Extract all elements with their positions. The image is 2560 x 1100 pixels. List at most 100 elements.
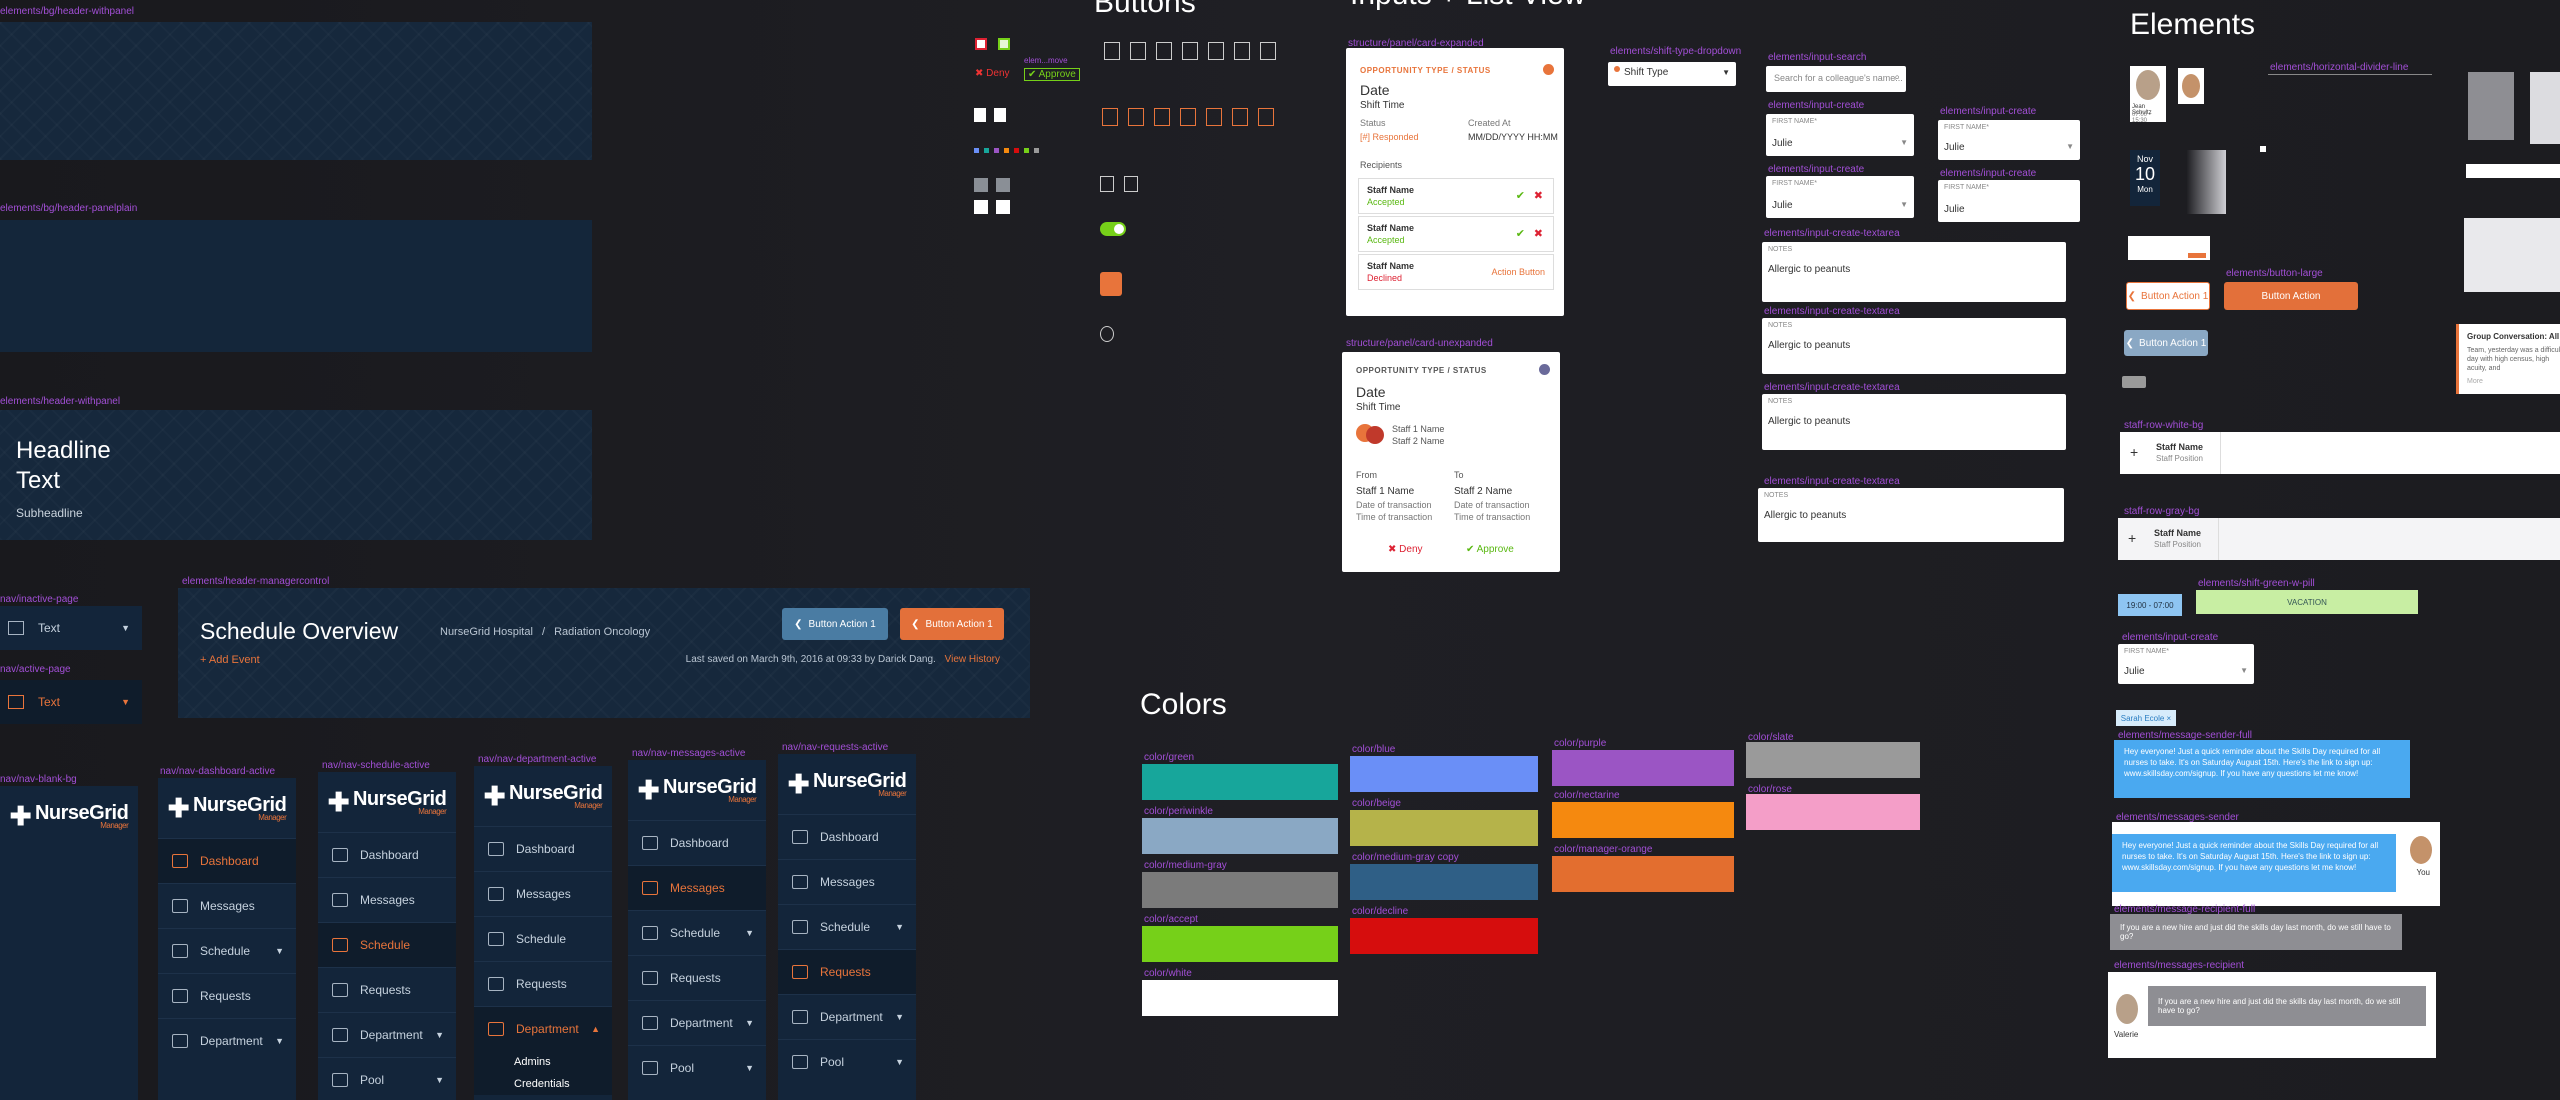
search-input[interactable]: Search for a colleague's name... ⌕	[1766, 66, 1906, 92]
watch-icon[interactable]	[1206, 108, 1222, 126]
nav-item-schedule[interactable]: Schedule ▼	[628, 910, 766, 955]
first-name-input[interactable]: FIRST NAME* Julie ▼	[1766, 114, 1914, 156]
nav-item-requests[interactable]: Requests	[318, 967, 456, 1012]
document-icon[interactable]	[1100, 176, 1114, 192]
nav-item-requests[interactable]: Requests	[628, 955, 766, 1000]
nav-item-department[interactable]: Department ▼	[318, 1012, 456, 1057]
nav-item-schedule[interactable]: Schedule ▼	[158, 928, 296, 973]
clock-icon[interactable]	[1100, 326, 1114, 342]
chevron-left-icon[interactable]	[974, 200, 988, 214]
deny-small-button[interactable]: ✖ Deny	[975, 68, 1010, 79]
button-action-1[interactable]: ❮ Button Action 1	[782, 608, 888, 640]
close-icon[interactable]	[1543, 64, 1554, 75]
nav-item-requests[interactable]: Requests	[474, 961, 612, 1006]
first-name-input[interactable]: FIRST NAME* Julie ▼	[1766, 176, 1914, 218]
people-icon[interactable]	[1260, 42, 1276, 60]
nav-item-dashboard[interactable]: Dashboard	[474, 826, 612, 871]
calendar-icon[interactable]	[1156, 42, 1172, 60]
checkbox-deny-icon[interactable]	[975, 38, 987, 50]
nav-subitem-admins[interactable]: Admins	[474, 1051, 612, 1073]
nav-item-department[interactable]: Department ▼	[778, 994, 916, 1039]
clipboard-icon[interactable]	[1130, 42, 1146, 60]
staff-row-gray[interactable]: + Staff Name Staff Position	[2118, 518, 2560, 560]
approve-small-button[interactable]: ✔ Approve	[1024, 68, 1080, 81]
trash-icon[interactable]	[1100, 272, 1122, 296]
nav-item-messages[interactable]: Messages	[628, 865, 766, 910]
watch-icon[interactable]	[1208, 42, 1224, 60]
first-name-input[interactable]: FIRST NAME* Julie	[1938, 180, 2080, 222]
notes-textarea[interactable]: NOTES Allergic to peanuts	[1762, 318, 2066, 374]
arrow-icon[interactable]	[994, 108, 1006, 122]
nav-item-department[interactable]: Department ▲	[474, 1006, 612, 1051]
toggle-switch[interactable]	[1100, 222, 1126, 236]
nav-item-messages[interactable]: Messages	[778, 859, 916, 904]
group-more-link[interactable]: More	[2467, 378, 2483, 385]
nav-item-messages[interactable]: Messages	[474, 871, 612, 916]
dashboard-icon[interactable]	[1102, 108, 1118, 126]
name-pill[interactable]: Sarah Ecole ×	[2116, 710, 2176, 726]
nav-item-department[interactable]: Department ▼	[158, 1018, 296, 1063]
nav-item-requests[interactable]: Requests	[778, 949, 916, 994]
notes-textarea[interactable]: NOTES Allergic to peanuts	[1762, 242, 2066, 302]
view-history-link[interactable]: View History	[945, 654, 1000, 665]
nav-item-pool[interactable]: Pool ▼	[628, 1045, 766, 1090]
filter-bar[interactable]	[2466, 164, 2560, 178]
breadcrumb-hospital[interactable]: NurseGrid Hospital	[440, 626, 533, 638]
shift-time-pill[interactable]: 19:00 - 07:00	[2118, 594, 2182, 616]
pool-icon[interactable]	[1258, 108, 1274, 126]
notes-textarea[interactable]: NOTES Allergic to peanuts	[1762, 394, 2066, 450]
people-icon[interactable]	[1234, 42, 1250, 60]
nav-item-pool[interactable]: Pool ▼	[778, 1039, 916, 1084]
large-button[interactable]: Button Action	[2224, 282, 2358, 310]
first-name-input[interactable]: FIRST NAME* Julie ▼	[2118, 644, 2254, 684]
nav-item-schedule[interactable]: Schedule	[318, 922, 456, 967]
nav-item-department[interactable]: Department ▼	[628, 1000, 766, 1045]
vacation-pill[interactable]: VACATION	[2196, 590, 2418, 614]
nav-item-dashboard[interactable]: Dashboard	[158, 838, 296, 883]
notes-textarea[interactable]: NOTES Allergic to peanuts	[1758, 488, 2064, 542]
nav-item-messages[interactable]: Messages	[158, 883, 296, 928]
outline-button[interactable]: ❮ Button Action 1	[2126, 282, 2210, 310]
toggle-chip[interactable]	[2122, 376, 2146, 388]
button-action-2[interactable]: ❮ Button Action 1	[900, 608, 1004, 640]
info-icon[interactable]	[1539, 364, 1550, 375]
add-event-link[interactable]: + Add Event	[200, 654, 260, 666]
document-icon[interactable]	[1182, 42, 1198, 60]
nav-subitem-credentials[interactable]: Credentials	[474, 1073, 612, 1095]
nav-item-dashboard[interactable]: Dashboard	[778, 814, 916, 859]
group-conversation-card[interactable]: Group Conversation: All Team, yesterday …	[2456, 324, 2560, 394]
chevron-right-icon[interactable]	[974, 178, 988, 192]
document-icon[interactable]	[1124, 176, 1138, 192]
nav-inactive-item[interactable]: Text ▼	[0, 606, 142, 650]
calendar-icon[interactable]	[1154, 108, 1170, 126]
nav-item-dashboard[interactable]: Dashboard	[318, 832, 456, 877]
approve-button[interactable]: ✔ Approve	[1466, 544, 1514, 555]
nav-item-dashboard[interactable]: Dashboard	[628, 820, 766, 865]
department-icon[interactable]	[1232, 108, 1248, 126]
nav-item-schedule[interactable]: Schedule ▼	[778, 904, 916, 949]
checkbox-approve-icon[interactable]	[998, 38, 1010, 50]
chevron-right-icon[interactable]	[996, 200, 1010, 214]
chevron-left-icon[interactable]	[996, 178, 1010, 192]
deny-button[interactable]: ✖ Deny	[1388, 544, 1423, 555]
check-icon[interactable]: ✔	[1516, 227, 1525, 240]
staff-row-white[interactable]: + Staff Name Staff Position	[2120, 432, 2560, 474]
nav-active-item[interactable]: Text ▼	[0, 680, 142, 724]
shift-type-dropdown[interactable]: Shift Type ▼	[1608, 62, 1736, 86]
messages-icon[interactable]	[1128, 108, 1144, 126]
arrow-icon[interactable]	[974, 108, 986, 122]
action-button[interactable]: Action Button	[1491, 267, 1545, 277]
close-icon[interactable]: ✖	[1534, 189, 1543, 202]
breadcrumb-department[interactable]: Radiation Oncology	[554, 626, 650, 638]
check-icon[interactable]: ✔	[1516, 189, 1525, 202]
input-tile[interactable]	[2128, 236, 2210, 260]
nav-item-requests[interactable]: Requests	[158, 973, 296, 1018]
nav-item-schedule[interactable]: Schedule	[474, 916, 612, 961]
nav-item-pool[interactable]: Pool ▼	[318, 1057, 456, 1100]
first-name-input[interactable]: FIRST NAME* Julie ▼	[1938, 120, 2080, 160]
back-button[interactable]: ❮ Button Action 1	[2124, 330, 2208, 356]
close-icon[interactable]: ✖	[1534, 227, 1543, 240]
nav-item-messages[interactable]: Messages	[318, 877, 456, 922]
clipboard-icon[interactable]	[1104, 42, 1120, 60]
requests-icon[interactable]	[1180, 108, 1196, 126]
